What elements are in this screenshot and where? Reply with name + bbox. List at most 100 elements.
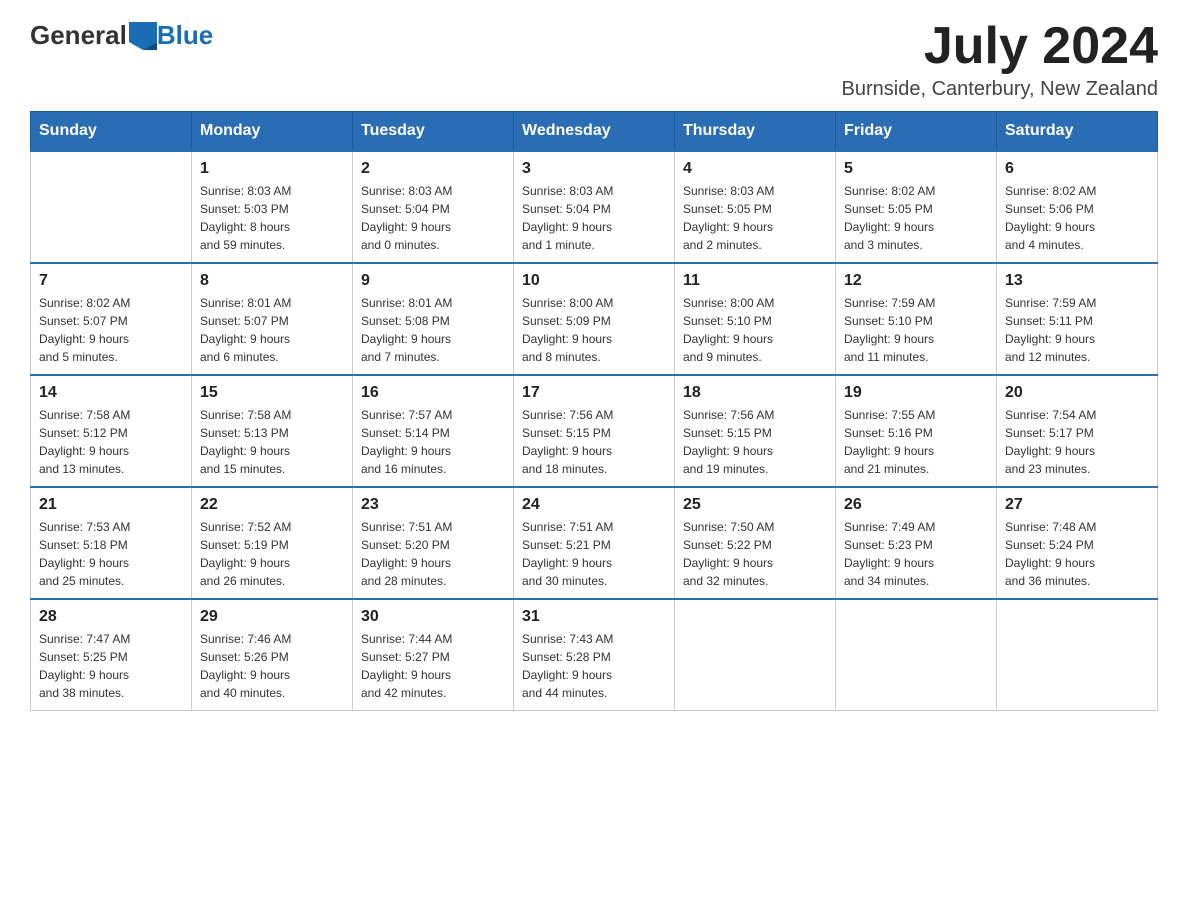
day-number: 27 [1005,496,1149,514]
day-info: Sunrise: 7:43 AMSunset: 5:28 PMDaylight:… [522,630,666,702]
day-info: Sunrise: 8:02 AMSunset: 5:06 PMDaylight:… [1005,182,1149,254]
day-number: 22 [200,496,344,514]
day-info: Sunrise: 8:02 AMSunset: 5:05 PMDaylight:… [844,182,988,254]
calendar-table: SundayMondayTuesdayWednesdayThursdayFrid… [30,111,1158,711]
table-row: 29 Sunrise: 7:46 AMSunset: 5:26 PMDayligh… [192,599,353,711]
day-number: 19 [844,384,988,402]
day-info: Sunrise: 7:56 AMSunset: 5:15 PMDaylight:… [522,406,666,478]
day-number: 8 [200,272,344,290]
calendar-week-row: 1Sunrise: 8:03 AMSunset: 5:03 PMDaylight… [31,151,1158,263]
day-info: Sunrise: 8:02 AMSunset: 5:07 PMDaylight:… [39,294,183,366]
table-row: 31 Sunrise: 7:43 AMSunset: 5:28 PMDayligh… [514,599,675,711]
day-info: Sunrise: 7:48 AMSunset: 5:24 PMDaylight:… [1005,518,1149,590]
table-row: 15 Sunrise: 7:58 AMSunset: 5:13 PMDayligh… [192,375,353,487]
table-row: 17 Sunrise: 7:56 AMSunset: 5:15 PMDayligh… [514,375,675,487]
table-row: 5 Sunrise: 8:02 AMSunset: 5:05 PMDaylight… [836,151,997,263]
col-header-wednesday: Wednesday [514,112,675,152]
table-row: 26Sunrise: 7:49 AMSunset: 5:23 PMDayligh… [836,487,997,599]
day-info: Sunrise: 7:58 AMSunset: 5:13 PMDaylight:… [200,406,344,478]
table-row [997,599,1158,711]
day-info: Sunrise: 7:51 AMSunset: 5:20 PMDaylight:… [361,518,505,590]
table-row: 20 Sunrise: 7:54 AMSunset: 5:17 PMDayligh… [997,375,1158,487]
table-row: 6 Sunrise: 8:02 AMSunset: 5:06 PMDaylight… [997,151,1158,263]
day-number: 11 [683,272,827,290]
table-row: 3 Sunrise: 8:03 AMSunset: 5:04 PMDaylight… [514,151,675,263]
day-info: Sunrise: 7:44 AMSunset: 5:27 PMDaylight:… [361,630,505,702]
day-info: Sunrise: 8:01 AMSunset: 5:07 PMDaylight:… [200,294,344,366]
col-header-saturday: Saturday [997,112,1158,152]
day-info: Sunrise: 7:59 AMSunset: 5:10 PMDaylight:… [844,294,988,366]
day-number: 15 [200,384,344,402]
day-number: 24 [522,496,666,514]
day-info: Sunrise: 7:57 AMSunset: 5:14 PMDaylight:… [361,406,505,478]
day-info: Sunrise: 7:54 AMSunset: 5:17 PMDaylight:… [1005,406,1149,478]
col-header-sunday: Sunday [31,112,192,152]
calendar-week-row: 21 Sunrise: 7:53 AMSunset: 5:18 PMDayligh… [31,487,1158,599]
logo: General Blue [30,20,213,51]
day-info: Sunrise: 8:03 AMSunset: 5:04 PMDaylight:… [522,182,666,254]
title-block: July 2024 Burnside, Canterbury, New Zeal… [842,20,1158,101]
day-number: 30 [361,608,505,626]
table-row: 2Sunrise: 8:03 AMSunset: 5:04 PMDaylight… [353,151,514,263]
day-info: Sunrise: 7:59 AMSunset: 5:11 PMDaylight:… [1005,294,1149,366]
table-row: 24 Sunrise: 7:51 AMSunset: 5:21 PMDayligh… [514,487,675,599]
day-number: 23 [361,496,505,514]
table-row: 27 Sunrise: 7:48 AMSunset: 5:24 PMDayligh… [997,487,1158,599]
table-row: 8 Sunrise: 8:01 AMSunset: 5:07 PMDaylight… [192,263,353,375]
day-info: Sunrise: 7:51 AMSunset: 5:21 PMDaylight:… [522,518,666,590]
day-info: Sunrise: 7:50 AMSunset: 5:22 PMDaylight:… [683,518,827,590]
day-info: Sunrise: 8:00 AMSunset: 5:09 PMDaylight:… [522,294,666,366]
table-row [675,599,836,711]
day-number: 12 [844,272,988,290]
day-number: 21 [39,496,183,514]
day-number: 17 [522,384,666,402]
location-subtitle: Burnside, Canterbury, New Zealand [842,78,1158,101]
table-row: 1Sunrise: 8:03 AMSunset: 5:03 PMDaylight… [192,151,353,263]
day-info: Sunrise: 7:53 AMSunset: 5:18 PMDaylight:… [39,518,183,590]
day-info: Sunrise: 8:03 AMSunset: 5:05 PMDaylight:… [683,182,827,254]
day-number: 26 [844,496,988,514]
day-number: 14 [39,384,183,402]
day-number: 16 [361,384,505,402]
day-number: 31 [522,608,666,626]
table-row: 7 Sunrise: 8:02 AMSunset: 5:07 PMDaylight… [31,263,192,375]
day-info: Sunrise: 7:47 AMSunset: 5:25 PMDaylight:… [39,630,183,702]
month-year-title: July 2024 [842,20,1158,72]
day-number: 9 [361,272,505,290]
table-row: 23 Sunrise: 7:51 AMSunset: 5:20 PMDayligh… [353,487,514,599]
day-info: Sunrise: 7:52 AMSunset: 5:19 PMDaylight:… [200,518,344,590]
table-row: 16 Sunrise: 7:57 AMSunset: 5:14 PMDayligh… [353,375,514,487]
day-number: 6 [1005,160,1149,178]
logo-blue: Blue [157,20,213,51]
day-info: Sunrise: 7:46 AMSunset: 5:26 PMDaylight:… [200,630,344,702]
logo-general: General [30,20,127,51]
day-number: 25 [683,496,827,514]
day-number: 4 [683,160,827,178]
day-info: Sunrise: 7:55 AMSunset: 5:16 PMDaylight:… [844,406,988,478]
table-row: 18Sunrise: 7:56 AMSunset: 5:15 PMDayligh… [675,375,836,487]
table-row: 13 Sunrise: 7:59 AMSunset: 5:11 PMDayligh… [997,263,1158,375]
day-number: 2 [361,160,505,178]
calendar-header-row: SundayMondayTuesdayWednesdayThursdayFrid… [31,112,1158,152]
col-header-friday: Friday [836,112,997,152]
calendar-week-row: 7 Sunrise: 8:02 AMSunset: 5:07 PMDaylight… [31,263,1158,375]
table-row: 12 Sunrise: 7:59 AMSunset: 5:10 PMDayligh… [836,263,997,375]
table-row: 19 Sunrise: 7:55 AMSunset: 5:16 PMDayligh… [836,375,997,487]
table-row: 25 Sunrise: 7:50 AMSunset: 5:22 PMDayligh… [675,487,836,599]
day-number: 13 [1005,272,1149,290]
day-number: 5 [844,160,988,178]
day-number: 29 [200,608,344,626]
table-row [31,151,192,263]
logo-icon [129,22,157,50]
day-info: Sunrise: 7:56 AMSunset: 5:15 PMDaylight:… [683,406,827,478]
calendar-week-row: 14Sunrise: 7:58 AMSunset: 5:12 PMDayligh… [31,375,1158,487]
table-row [836,599,997,711]
table-row: 28Sunrise: 7:47 AMSunset: 5:25 PMDayligh… [31,599,192,711]
col-header-monday: Monday [192,112,353,152]
day-number: 1 [200,160,344,178]
day-number: 20 [1005,384,1149,402]
table-row: 4 Sunrise: 8:03 AMSunset: 5:05 PMDaylight… [675,151,836,263]
table-row: 9Sunrise: 8:01 AMSunset: 5:08 PMDaylight… [353,263,514,375]
day-number: 3 [522,160,666,178]
day-number: 7 [39,272,183,290]
